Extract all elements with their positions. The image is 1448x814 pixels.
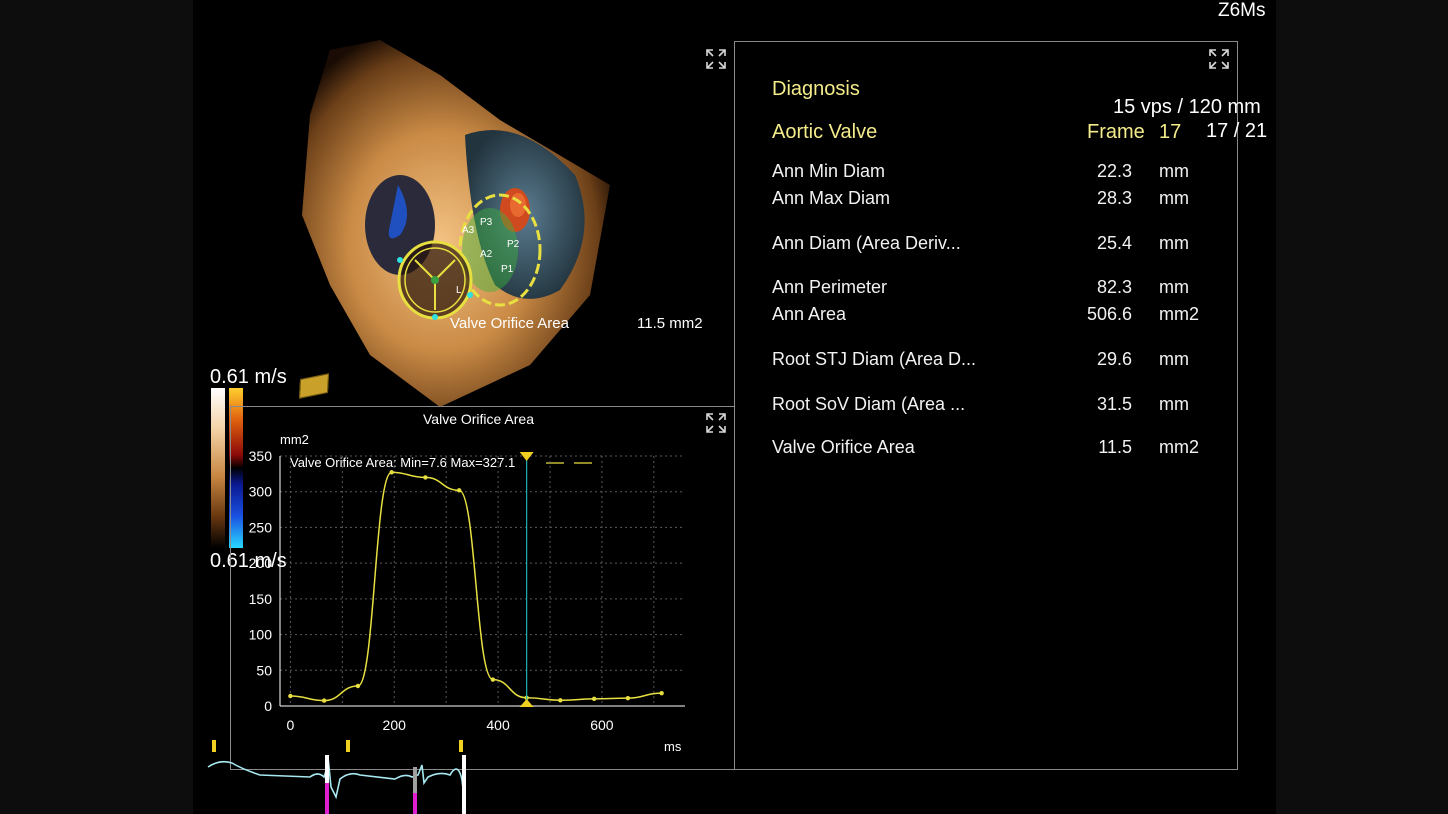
measurement-value: 82.3 bbox=[1096, 277, 1132, 297]
ecg-marker-magenta-1 bbox=[325, 783, 329, 814]
measurement-value: 28.3 bbox=[1096, 188, 1132, 208]
leaflet-label-a3: A3 bbox=[462, 225, 475, 236]
volume-measurement-value: 11.5 mm2 bbox=[637, 315, 703, 332]
measurement-value: 29.6 bbox=[1096, 349, 1132, 369]
diagnosis-heading: Diagnosis bbox=[772, 78, 860, 100]
data-point[interactable] bbox=[389, 470, 394, 475]
y-tick-label: 200 bbox=[249, 555, 273, 571]
measurement-unit: mm bbox=[1159, 233, 1189, 253]
data-point[interactable] bbox=[558, 698, 563, 703]
measurement-row[interactable]: Root STJ Diam (Area D... 29.6 mm bbox=[772, 349, 1212, 373]
ecg-marker-white-2 bbox=[462, 755, 466, 814]
leaflet-label-p2: P2 bbox=[507, 239, 520, 250]
frame-rate-depth: 15 vps / 120 mm bbox=[1113, 96, 1261, 118]
cursor-bottom-marker-icon[interactable] bbox=[519, 699, 534, 707]
measurement-label: Ann Max Diam bbox=[772, 188, 891, 208]
measurement-row[interactable]: Ann Perimeter 82.3 mm bbox=[772, 277, 1212, 301]
ecg-marker-yellow-3 bbox=[459, 740, 463, 752]
leaflet-label-p3: P3 bbox=[480, 217, 493, 228]
x-tick-label: 600 bbox=[590, 717, 614, 733]
y-tick-label: 50 bbox=[256, 662, 272, 678]
measurement-label: Ann Area bbox=[772, 304, 847, 324]
data-point[interactable] bbox=[355, 683, 361, 689]
measurement-row[interactable]: Ann Max Diam 28.3 mm bbox=[772, 188, 1212, 212]
leaflet-label-l: L bbox=[456, 285, 462, 296]
leaflet-label-p1: P1 bbox=[501, 264, 514, 275]
y-tick-label: 100 bbox=[249, 627, 273, 643]
measurement-row[interactable]: Ann Diam (Area Deriv... 25.4 mm bbox=[772, 233, 1212, 257]
measurement-row[interactable]: Ann Min Diam 22.3 mm bbox=[772, 161, 1212, 185]
measurement-unit: mm bbox=[1159, 188, 1189, 208]
leaflet-label-a2: A2 bbox=[480, 249, 493, 260]
ecg-marker-yellow-2 bbox=[346, 740, 350, 752]
measurement-unit: mm bbox=[1159, 349, 1189, 369]
series-line bbox=[290, 471, 662, 702]
x-tick-label: 0 bbox=[286, 717, 294, 733]
measurement-unit: mm bbox=[1159, 277, 1189, 297]
frame-label: Frame bbox=[1087, 121, 1145, 143]
data-point[interactable] bbox=[321, 698, 327, 703]
measurement-value: 22.3 bbox=[1096, 161, 1132, 181]
frame-counter: 17 / 21 bbox=[1206, 120, 1268, 142]
measurement-unit: mm bbox=[1159, 394, 1189, 414]
measurement-value: 31.5 bbox=[1096, 394, 1132, 414]
x-axis-unit-label: ms bbox=[664, 739, 682, 754]
color-scale-bar-tissue bbox=[211, 388, 225, 548]
data-point[interactable] bbox=[456, 488, 462, 493]
measurement-label: Valve Orifice Area bbox=[772, 437, 915, 457]
right-pillarbox bbox=[1276, 0, 1448, 814]
measurement-label: Root STJ Diam (Area D... bbox=[772, 349, 977, 369]
ecg-marker-yellow-1 bbox=[212, 740, 216, 752]
measurement-value: 11.5 bbox=[1098, 437, 1132, 457]
y-tick-label: 250 bbox=[249, 519, 273, 535]
data-point[interactable] bbox=[659, 690, 664, 696]
measurement-row[interactable]: Valve Orifice Area 11.5 mm2 bbox=[772, 437, 1212, 461]
measurement-row[interactable]: Ann Area 506.6 mm2 bbox=[772, 304, 1212, 328]
measurement-value: 25.4 bbox=[1096, 233, 1132, 253]
expand-volume-view-icon[interactable] bbox=[705, 48, 727, 70]
measurement-unit: mm2 bbox=[1159, 437, 1199, 457]
data-point[interactable] bbox=[591, 696, 597, 702]
y-tick-label: 150 bbox=[249, 591, 273, 607]
measurement-unit: mm bbox=[1159, 161, 1189, 181]
measurement-row[interactable]: Root SoV Diam (Area ... 31.5 mm bbox=[772, 394, 1212, 418]
y-axis-unit-label: mm2 bbox=[280, 432, 309, 447]
y-tick-label: 0 bbox=[264, 698, 272, 714]
x-tick-label: 400 bbox=[486, 717, 510, 733]
probe-name: Z6Ms bbox=[1218, 0, 1266, 21]
ecg-trace bbox=[207, 740, 466, 814]
data-point[interactable] bbox=[490, 677, 496, 682]
measurement-unit: mm2 bbox=[1159, 304, 1199, 324]
data-point[interactable] bbox=[423, 475, 428, 480]
expand-diagnosis-icon[interactable] bbox=[1208, 48, 1230, 70]
y-tick-label: 350 bbox=[249, 448, 273, 464]
measurement-label: Ann Perimeter bbox=[772, 277, 888, 297]
volume-measurement-label: Valve Orifice Area bbox=[450, 315, 569, 332]
color-scale-top-label: 0.61 m/s bbox=[210, 366, 287, 388]
volume-rendering-image[interactable]: A3 A2 P3 P2 P1 L bbox=[290, 35, 630, 410]
frame-value: 17 bbox=[1159, 121, 1182, 143]
chart-legend-text: Valve Orifice Area: Min=7.6 Max=327.1 bbox=[290, 455, 515, 470]
data-point[interactable] bbox=[625, 695, 631, 701]
measurement-label: Root SoV Diam (Area ... bbox=[772, 394, 966, 414]
x-tick-label: 200 bbox=[383, 717, 407, 733]
valve-orifice-area-chart[interactable]: mm2 Valve Orifice Area: Min=7.6 Max=327.… bbox=[230, 420, 735, 765]
ecg-marker-magenta-2 bbox=[413, 793, 417, 814]
measurement-value: 506.6 bbox=[1086, 304, 1132, 324]
measurement-label: Ann Diam (Area Deriv... bbox=[772, 233, 961, 253]
measurement-label: Ann Min Diam bbox=[772, 161, 886, 181]
y-tick-label: 300 bbox=[249, 484, 273, 500]
data-point[interactable] bbox=[288, 693, 293, 699]
left-pillarbox bbox=[0, 0, 193, 814]
valve-title: Aortic Valve bbox=[772, 121, 878, 143]
